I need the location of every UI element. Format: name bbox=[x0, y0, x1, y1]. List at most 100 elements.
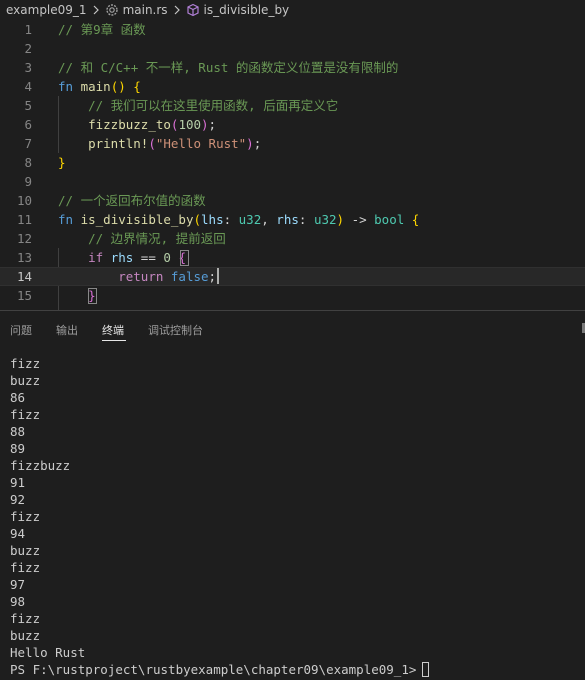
code-line[interactable]: 8} bbox=[0, 153, 585, 172]
code-token: "Hello Rust" bbox=[155, 136, 247, 151]
code-token: bool bbox=[374, 212, 405, 227]
code-line[interactable]: 12 // 边界情况, 提前返回 bbox=[0, 229, 585, 248]
tab-problems[interactable]: 问题 bbox=[10, 322, 32, 338]
terminal-line: fizz bbox=[10, 356, 41, 371]
code-line[interactable]: 10 // 一个返回布尔值的函数 bbox=[0, 191, 585, 210]
terminal-line: buzz bbox=[10, 628, 41, 643]
code-token: fn bbox=[58, 212, 74, 227]
code-token: fizzbuzz_to bbox=[88, 117, 171, 132]
code-line[interactable]: 14 return false; bbox=[0, 267, 585, 286]
code-line[interactable]: 13 if rhs == 0 { bbox=[0, 248, 585, 267]
line-number: 2 bbox=[24, 41, 32, 56]
code-token: 0 bbox=[163, 250, 171, 265]
code-token: ) bbox=[201, 117, 209, 132]
code-line[interactable]: 6 fizzbuzz_to(100); bbox=[0, 115, 585, 134]
code-text: // 我们可以在这里使用函数, 后面再定义它 bbox=[58, 96, 338, 115]
breadcrumb-folder[interactable]: example09_1 bbox=[6, 3, 87, 17]
tab-output[interactable]: 输出 bbox=[56, 322, 78, 338]
code-text: fizzbuzz_to(100); bbox=[58, 115, 216, 134]
line-number: 7 bbox=[24, 136, 32, 151]
code-text: println!("Hello Rust"); bbox=[58, 134, 261, 153]
terminal-line: Hello Rust bbox=[10, 645, 86, 660]
terminal-line: 91 bbox=[10, 475, 26, 490]
terminal-line: 94 bbox=[10, 526, 26, 541]
active-tab-indicator bbox=[102, 340, 126, 341]
terminal-line: fizzbuzz bbox=[10, 458, 71, 473]
terminal-line: 92 bbox=[10, 492, 26, 507]
code-token: ; bbox=[208, 269, 217, 284]
code-line[interactable]: 5 // 我们可以在这里使用函数, 后面再定义它 bbox=[0, 96, 585, 115]
code-token: // 我们可以在这里使用函数, 后面再定义它 bbox=[88, 98, 339, 113]
code-text: fn main() { bbox=[58, 77, 141, 96]
chevron-right-icon bbox=[91, 4, 101, 16]
code-token: fn bbox=[58, 79, 74, 94]
code-token: { bbox=[411, 212, 420, 227]
line-number: 4 bbox=[24, 79, 32, 94]
code-line[interactable]: 2 bbox=[0, 39, 585, 58]
bracket-match-highlight bbox=[88, 288, 97, 304]
terminal-cursor bbox=[422, 662, 430, 677]
terminal-prompt: PS F:\rustproject\rustbyexample\chapter0… bbox=[10, 662, 417, 677]
code-token: return bbox=[118, 269, 164, 284]
code-token: , bbox=[261, 212, 277, 227]
terminal-output[interactable]: fizz buzz 86 fizz 88 89 fizzbuzz 91 92 fizz 94 buzz… bbox=[10, 355, 585, 678]
line-number: 14 bbox=[16, 269, 32, 284]
terminal-line: buzz bbox=[10, 373, 41, 388]
code-editor[interactable]: 1 // 第9章 函数 2 3 // 和 C/C++ 不一样, Rust 的函数定义位置… bbox=[0, 20, 585, 310]
code-token: is_divisible_by bbox=[80, 212, 194, 227]
code-line[interactable]: 9 bbox=[0, 172, 585, 191]
terminal-line: 98 bbox=[10, 594, 26, 609]
code-token: ) bbox=[336, 212, 345, 227]
terminal-prompt-line[interactable]: PS F:\rustproject\rustbyexample\chapter0… bbox=[10, 661, 585, 678]
line-number: 6 bbox=[24, 117, 32, 132]
line-number: 13 bbox=[16, 250, 32, 265]
terminal-line: 89 bbox=[10, 441, 26, 456]
method-cube-icon bbox=[186, 3, 200, 17]
code-token: } bbox=[58, 155, 66, 170]
code-line[interactable]: 7 println!("Hello Rust"); bbox=[0, 134, 585, 153]
code-line[interactable]: 1 // 第9章 函数 bbox=[0, 20, 585, 39]
code-line[interactable]: 11 fn is_divisible_by(lhs: u32, rhs: u32)… bbox=[0, 210, 585, 229]
code-token: println! bbox=[88, 136, 149, 151]
terminal-line: fizz bbox=[10, 611, 41, 626]
panel-tab-bar: 问题 输出 终端 调试控制台 bbox=[0, 311, 585, 345]
code-token: ; bbox=[253, 136, 262, 151]
line-number: 8 bbox=[24, 155, 32, 170]
code-token: u32 bbox=[313, 212, 337, 227]
bracket-match-highlight bbox=[180, 250, 189, 266]
rust-file-icon bbox=[105, 3, 119, 17]
code-token: // 边界情况, 提前返回 bbox=[88, 231, 226, 246]
terminal-line: fizz bbox=[10, 407, 41, 422]
line-number: 1 bbox=[24, 22, 32, 37]
code-token: rhs bbox=[276, 212, 299, 227]
line-number: 10 bbox=[16, 193, 32, 208]
code-token: false bbox=[170, 269, 209, 284]
code-token: 100 bbox=[178, 117, 202, 132]
code-token: ; bbox=[208, 117, 217, 132]
breadcrumb-file[interactable]: main.rs bbox=[123, 3, 168, 17]
code-text: if rhs == 0 { bbox=[58, 248, 186, 267]
code-token: () bbox=[110, 79, 126, 94]
code-token: u32 bbox=[238, 212, 262, 227]
tab-terminal[interactable]: 终端 bbox=[102, 322, 124, 338]
code-text: } bbox=[58, 153, 66, 172]
breadcrumb: example09_1 main.rs is_divisible_by bbox=[0, 0, 585, 20]
code-text: // 和 C/C++ 不一样, Rust 的函数定义位置是没有限制的 bbox=[58, 58, 398, 77]
code-token: ( bbox=[148, 136, 156, 151]
tab-debug-console[interactable]: 调试控制台 bbox=[148, 322, 203, 338]
code-line[interactable]: 4 fn main() { bbox=[0, 77, 585, 96]
code-token: ( bbox=[193, 212, 202, 227]
code-line[interactable]: 3 // 和 C/C++ 不一样, Rust 的函数定义位置是没有限制的 bbox=[0, 58, 585, 77]
chevron-right-icon bbox=[172, 4, 182, 16]
breadcrumb-symbol[interactable]: is_divisible_by bbox=[204, 3, 290, 17]
terminal-line: buzz bbox=[10, 543, 41, 558]
code-text: // 边界情况, 提前返回 bbox=[58, 229, 226, 248]
code-token: // 一个返回布尔值的函数 bbox=[58, 193, 206, 208]
line-number: 5 bbox=[24, 98, 32, 113]
